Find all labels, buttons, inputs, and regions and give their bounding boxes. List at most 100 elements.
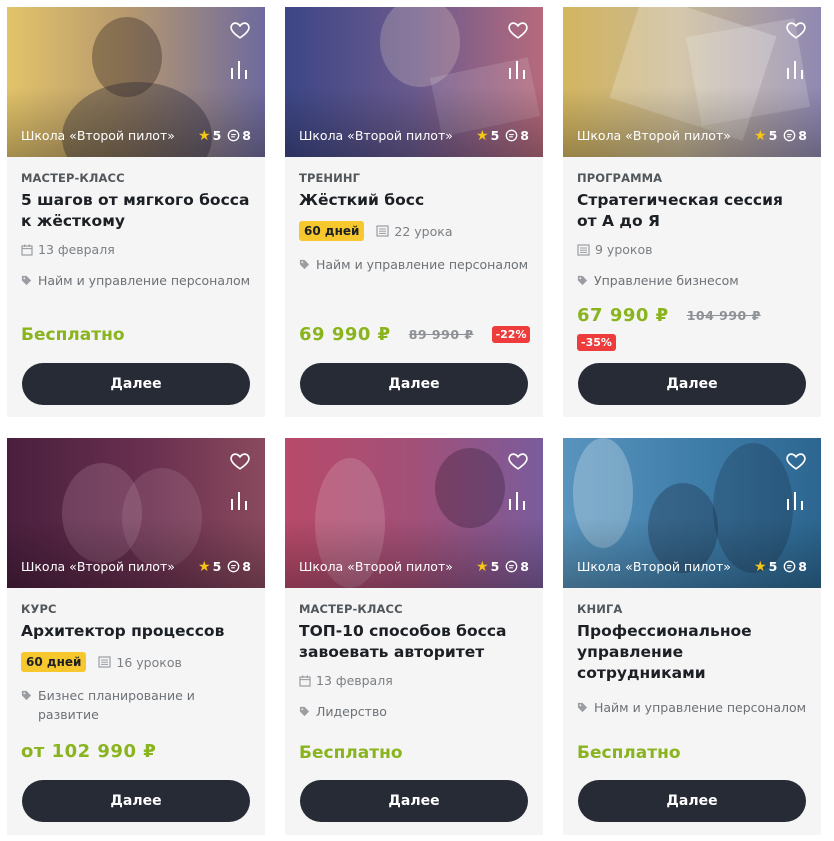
card-title[interactable]: Профессиональное управление сотрудниками [577,621,807,684]
card-title[interactable]: Архитектор процессов [21,621,251,642]
more-button[interactable]: Далее [300,780,528,822]
heart-icon[interactable] [785,19,807,41]
price: от 102 990 ₽ [21,741,157,762]
card-image[interactable]: Школа «Второй пилот» ★ 5 8 [285,438,543,588]
lessons-count: 9 уроков [595,242,653,257]
stats-icon[interactable] [507,490,527,512]
course-card[interactable]: Школа «Второй пилот» ★ 5 8 МАСТЕР-КЛАСС 5… [7,7,265,417]
stats-icon[interactable] [229,59,249,81]
card-title[interactable]: Стратегическая сессия от А до Я [577,190,807,232]
heart-icon[interactable] [785,450,807,472]
lessons-icon [577,243,590,256]
calendar-icon [21,244,33,256]
category-tag[interactable]: Бизнес планирование и развитие [38,686,211,724]
stats-icon[interactable] [229,490,249,512]
comment-count: 8 [798,128,807,143]
comment-icon [227,129,240,142]
tag-icon [299,706,310,717]
star-icon: ★ [476,558,489,575]
card-title[interactable]: 5 шагов от мягкого босса к жёсткому [21,190,251,232]
card-type: ПРОГРАММА [577,171,663,185]
old-price: 104 990 ₽ [686,308,761,323]
comment-icon [505,560,518,573]
star-icon: ★ [476,127,489,144]
school-name: Школа «Второй пилот» [21,559,175,574]
price: 67 990 ₽ [577,305,669,326]
stats-icon[interactable] [507,59,527,81]
comment-count: 8 [520,128,529,143]
card-image[interactable]: Школа «Второй пилот» ★ 5 8 [285,7,543,157]
comment-count: 8 [242,559,251,574]
event-date: 13 февраля [38,242,115,257]
stats-icon[interactable] [785,59,805,81]
rating: 5 [490,128,500,143]
rating: 5 [212,559,222,574]
card-type: МАСТЕР-КЛАСС [299,602,403,616]
rating: 5 [768,128,778,143]
discount-badge: -35% [577,334,616,351]
card-title[interactable]: Жёсткий босс [299,190,529,211]
duration-badge: 60 дней [299,221,365,241]
course-card[interactable]: Школа «Второй пилот» ★ 5 8 КНИГА Професси… [563,438,821,835]
heart-icon[interactable] [507,19,529,41]
stats-icon[interactable] [785,490,805,512]
category-tag[interactable]: Найм и управление персоналом [38,271,250,290]
card-type: КНИГА [577,602,623,616]
card-image[interactable]: Школа «Второй пилот» ★ 5 8 [563,438,821,588]
course-card[interactable]: Школа «Второй пилот» ★ 5 8 ПРОГРАММА Стра… [563,7,821,417]
tag-icon [21,275,32,286]
category-tag[interactable]: Управление бизнесом [594,271,739,290]
star-icon: ★ [198,127,211,144]
heart-icon[interactable] [229,19,251,41]
tag-icon [21,690,32,701]
category-tag[interactable]: Найм и управление персоналом [316,255,528,274]
rating: 5 [490,559,500,574]
more-button[interactable]: Далее [22,363,250,405]
duration-badge: 60 дней [21,652,87,672]
more-button[interactable]: Далее [578,363,806,405]
category-tag[interactable]: Лидерство [316,702,387,721]
price-free: Бесплатно [21,325,125,345]
school-name: Школа «Второй пилот» [577,128,731,143]
school-name: Школа «Второй пилот» [21,128,175,143]
lessons-icon [98,656,112,668]
calendar-icon [299,675,311,687]
card-image[interactable]: Школа «Второй пилот» ★ 5 8 [7,438,265,588]
course-card[interactable]: Школа «Второй пилот» ★ 5 8 МАСТЕР-КЛАСС Т… [285,438,543,835]
star-icon: ★ [754,558,767,575]
school-name: Школа «Второй пилот» [299,559,453,574]
rating: 5 [212,128,222,143]
lessons-count: 16 уроков [116,654,182,670]
tag-icon [577,275,588,286]
discount-badge: -22% [491,326,531,343]
card-title[interactable]: ТОП-10 способов босса завоевать авторите… [299,621,529,663]
rating: 5 [768,559,778,574]
course-card[interactable]: Школа «Второй пилот» ★ 5 8 ТРЕНИНГ Жёстки… [285,7,543,417]
heart-icon[interactable] [229,450,251,472]
category-tag[interactable]: Найм и управление персоналом [594,698,806,717]
event-date: 13 февраля [316,673,393,688]
comment-count: 8 [798,559,807,574]
comment-icon [227,560,240,573]
more-button[interactable]: Далее [578,780,806,822]
heart-icon[interactable] [507,450,529,472]
tag-icon [299,259,310,270]
price-free: Бесплатно [577,743,681,763]
card-image[interactable]: Школа «Второй пилот» ★ 5 8 [563,7,821,157]
card-image[interactable]: Школа «Второй пилот» ★ 5 8 [7,7,265,157]
card-type: МАСТЕР-КЛАСС [21,171,125,185]
price: 69 990 ₽ [299,324,391,345]
school-name: Школа «Второй пилот» [299,128,453,143]
more-button[interactable]: Далее [300,363,528,405]
course-card[interactable]: Школа «Второй пилот» ★ 5 8 КУРС Архитекто… [7,438,265,835]
lessons-icon [376,225,390,237]
star-icon: ★ [754,127,767,144]
more-button[interactable]: Далее [22,780,250,822]
comment-icon [505,129,518,142]
old-price: 89 990 ₽ [408,327,474,342]
comment-count: 8 [242,128,251,143]
card-type: КУРС [21,602,57,616]
comment-count: 8 [520,559,529,574]
comment-icon [783,560,796,573]
school-name: Школа «Второй пилот» [577,559,731,574]
